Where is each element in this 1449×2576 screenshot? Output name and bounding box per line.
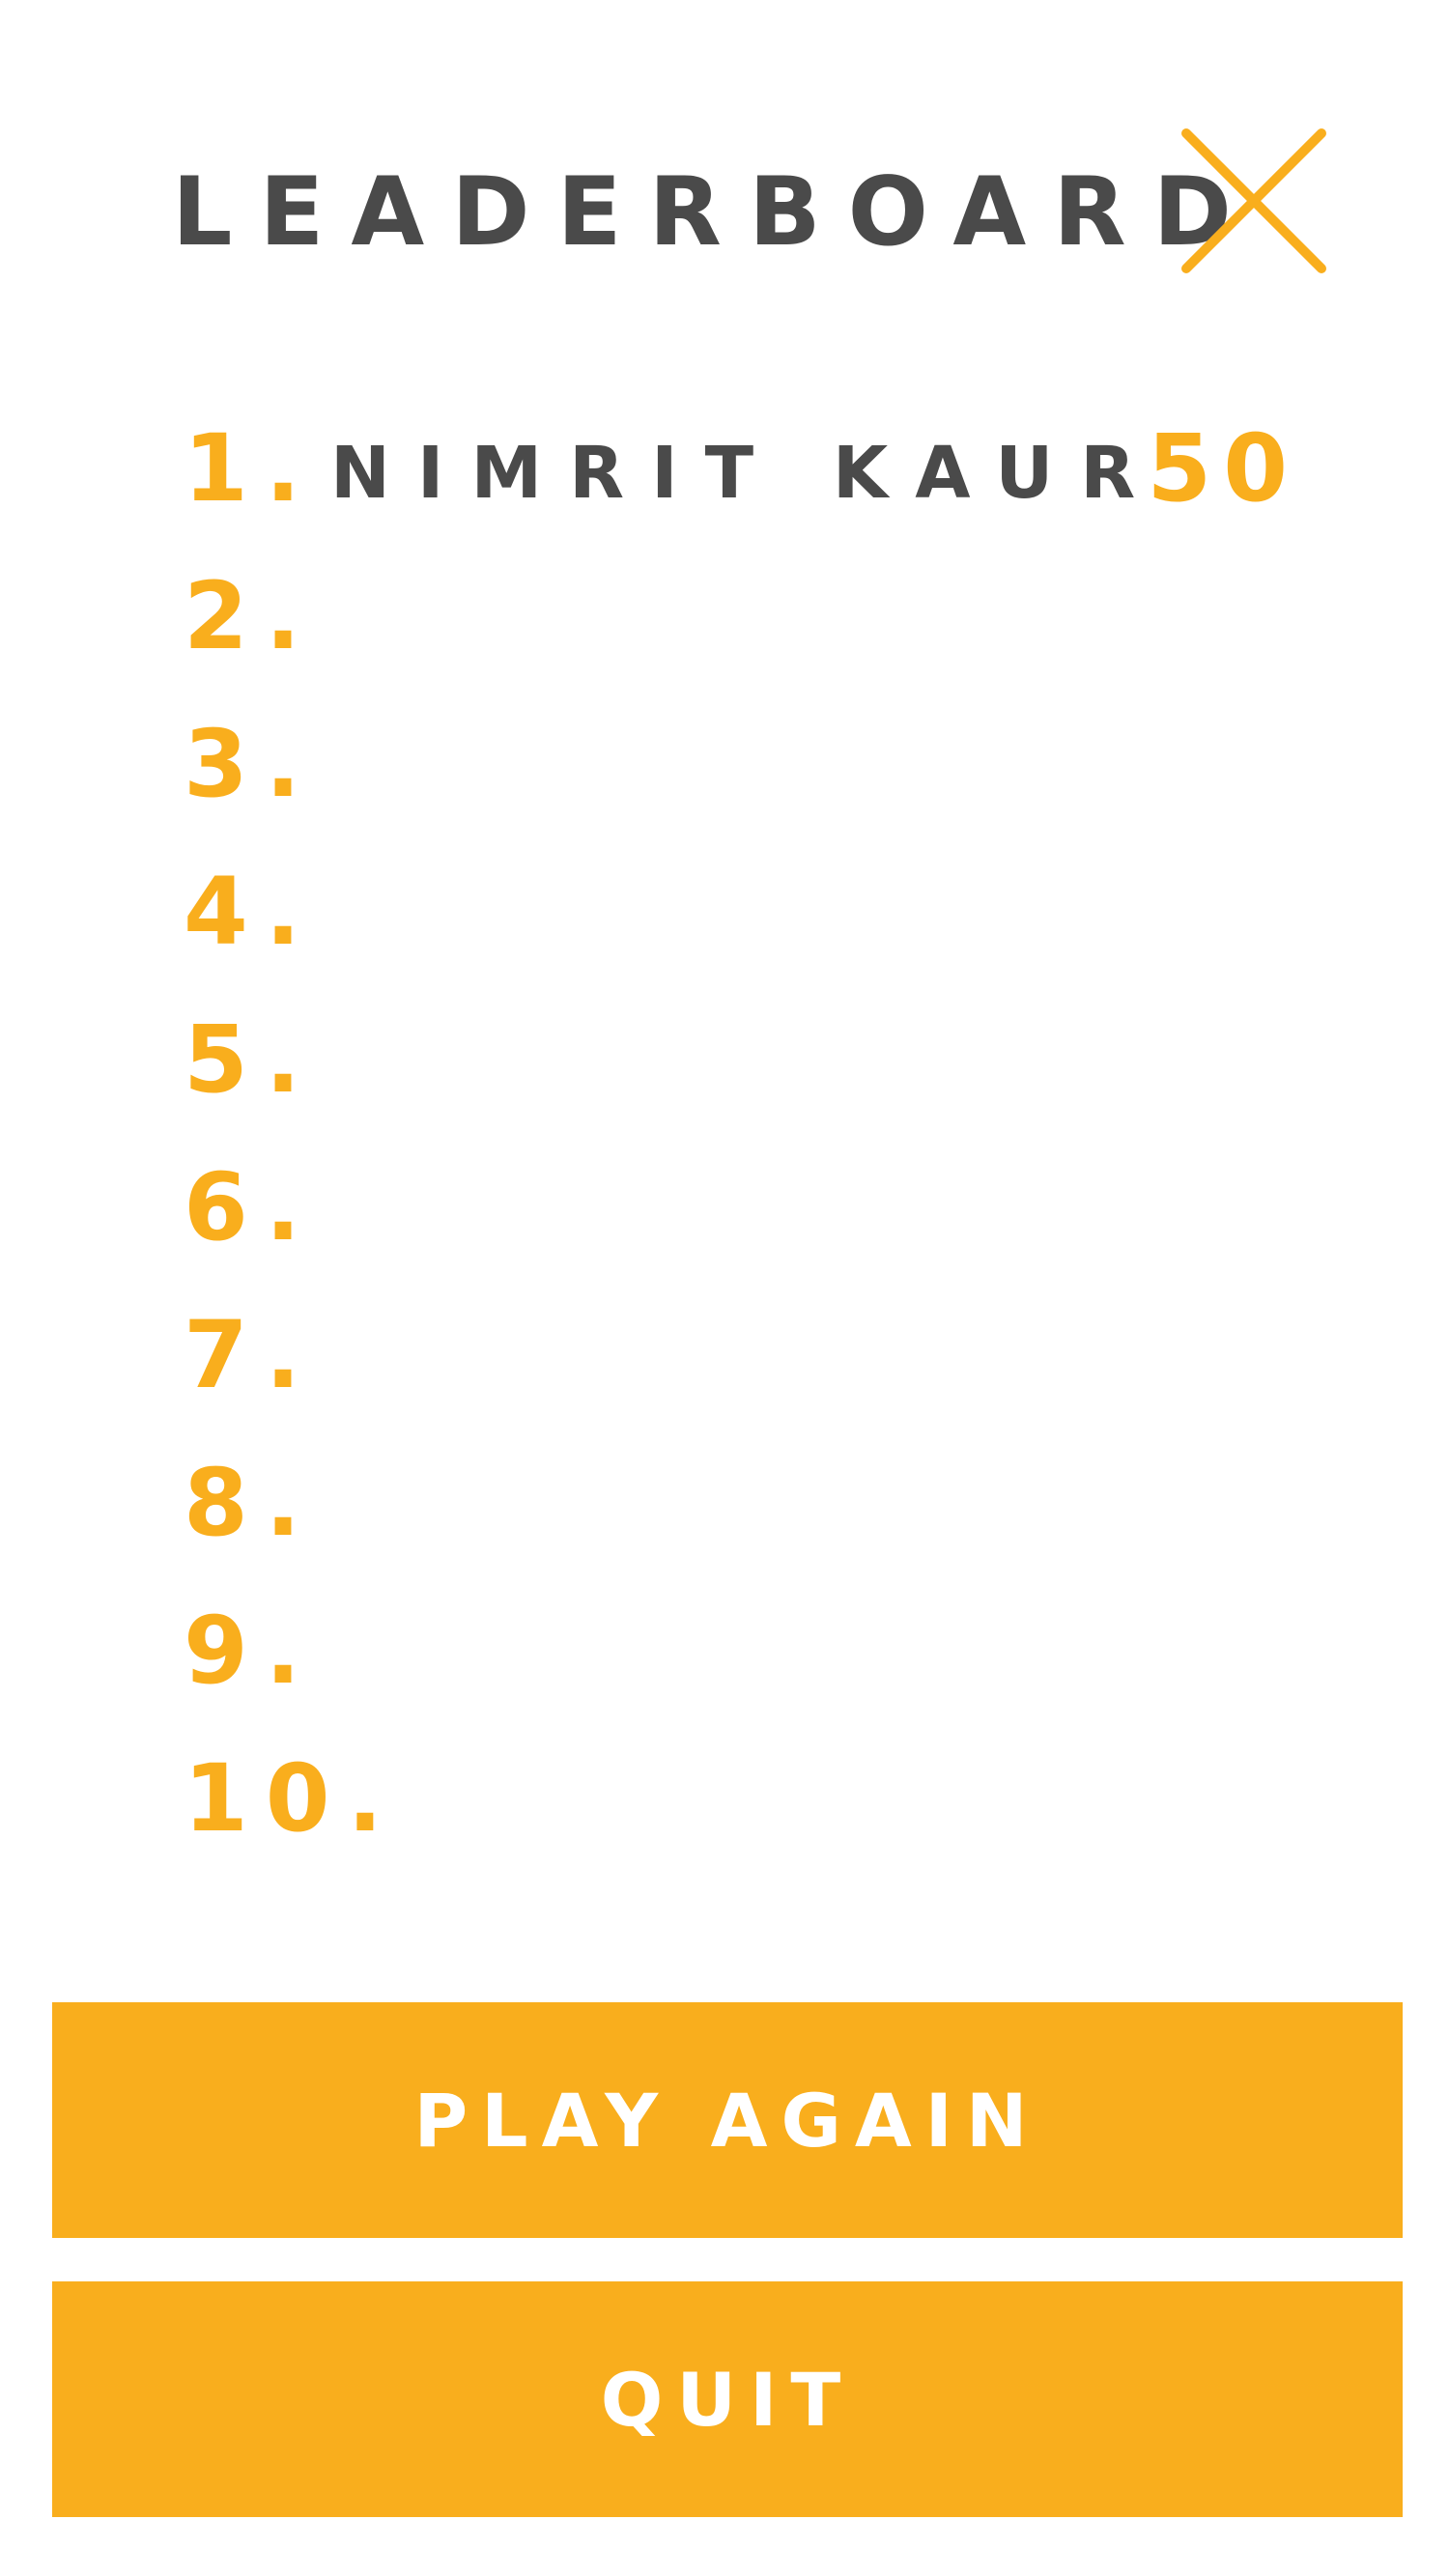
rank-number: 9. <box>184 1597 319 1705</box>
leaderboard-row: 10. <box>184 1741 1323 1888</box>
player-name: NIMRIT KAUR <box>330 432 1163 515</box>
rank-number: 8. <box>184 1449 319 1557</box>
leaderboard-row: 3. <box>184 706 1323 854</box>
rank-number: 4. <box>184 858 319 966</box>
leaderboard-row: 1. NIMRIT KAUR 50 <box>184 410 1323 558</box>
leaderboard-row: 7. <box>184 1297 1323 1445</box>
rank-number: 5. <box>184 1005 319 1114</box>
close-x-icon <box>1181 128 1326 273</box>
leaderboard-row: 8. <box>184 1445 1323 1593</box>
rank-number: 3. <box>184 710 319 818</box>
rank-number: 2. <box>184 562 319 670</box>
rank-number: 1. <box>184 414 319 523</box>
leaderboard-row: 6. <box>184 1149 1323 1297</box>
quit-button[interactable]: QUIT <box>52 2281 1403 2517</box>
leaderboard-row: 9. <box>184 1593 1323 1741</box>
close-button[interactable] <box>1177 124 1331 278</box>
rank-number: 6. <box>184 1153 319 1261</box>
player-score: 50 <box>1147 414 1299 523</box>
play-again-button[interactable]: PLAY AGAIN <box>52 2002 1403 2238</box>
rank-number: 10. <box>184 1744 401 1853</box>
leaderboard-title: LEADERBOARD <box>172 157 1260 268</box>
leaderboard-row: 5. <box>184 1002 1323 1149</box>
leaderboard-row: 2. <box>184 558 1323 706</box>
rank-number: 7. <box>184 1301 319 1409</box>
leaderboard-list: 1. NIMRIT KAUR 50 2. 3. 4. 5. 6. 7. 8. 9… <box>184 410 1323 1888</box>
leaderboard-row: 4. <box>184 854 1323 1002</box>
